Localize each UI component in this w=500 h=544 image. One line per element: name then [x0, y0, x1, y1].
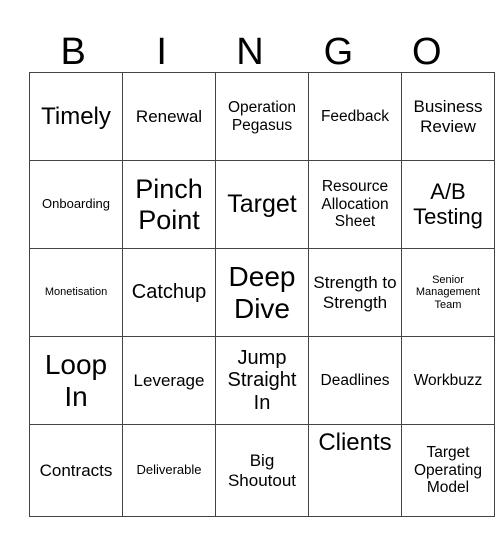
board-row: Contracts Deliverable Big Shoutout Clien…	[29, 424, 495, 517]
bingo-cell[interactable]: Resource Allocation Sheet	[308, 160, 402, 249]
bingo-cell[interactable]: Deep Dive	[215, 248, 309, 337]
bingo-cell[interactable]: Onboarding	[29, 160, 123, 249]
board-row: Monetisation Catchup Deep Dive Strength …	[29, 248, 495, 337]
board-row: Timely Renewal Operation Pegasus Feedbac…	[29, 72, 495, 161]
bingo-cell[interactable]: Strength to Strength	[308, 248, 402, 337]
board-row: Loop In Leverage Jump Straight In Deadli…	[29, 336, 495, 425]
bingo-cell[interactable]: Senior Management Team	[401, 248, 495, 337]
bingo-cell[interactable]: Clients	[308, 424, 402, 517]
bingo-cell[interactable]: A/B Testing	[401, 160, 495, 249]
bingo-cell[interactable]: Catchup	[122, 248, 216, 337]
bingo-card: Timely Renewal Operation Pegasus Feedbac…	[29, 72, 495, 517]
bingo-cell[interactable]: Deadlines	[308, 336, 402, 425]
bingo-cell[interactable]: Business Review	[401, 72, 495, 161]
bingo-cell[interactable]: Feedback	[308, 72, 402, 161]
bingo-cell[interactable]: Contracts	[29, 424, 123, 517]
bingo-cell[interactable]: Workbuzz	[401, 336, 495, 425]
bingo-header: B I N G O	[29, 0, 471, 72]
bingo-cell[interactable]: Monetisation	[29, 248, 123, 337]
bingo-cell[interactable]: Renewal	[122, 72, 216, 161]
header-letter-b: B	[60, 31, 86, 73]
bingo-cell[interactable]: Leverage	[122, 336, 216, 425]
bingo-cell[interactable]: Operation Pegasus	[215, 72, 309, 161]
bingo-cell[interactable]: Target	[215, 160, 309, 249]
bingo-cell[interactable]: Big Shoutout	[215, 424, 309, 517]
bingo-cell[interactable]: Pinch Point	[122, 160, 216, 249]
header-letter-i: I	[156, 31, 167, 73]
bingo-cell[interactable]: Target Operating Model	[401, 424, 495, 517]
header-letter-g: G	[323, 31, 354, 73]
bingo-cell[interactable]: Deliverable	[122, 424, 216, 517]
bingo-cell[interactable]: Jump Straight In	[215, 336, 309, 425]
bingo-cell[interactable]: Loop In	[29, 336, 123, 425]
header-letter-n: N	[236, 31, 264, 73]
header-letter-o: O	[412, 31, 442, 73]
board-row: Onboarding Pinch Point Target Resource A…	[29, 160, 495, 249]
bingo-cell[interactable]: Timely	[29, 72, 123, 161]
